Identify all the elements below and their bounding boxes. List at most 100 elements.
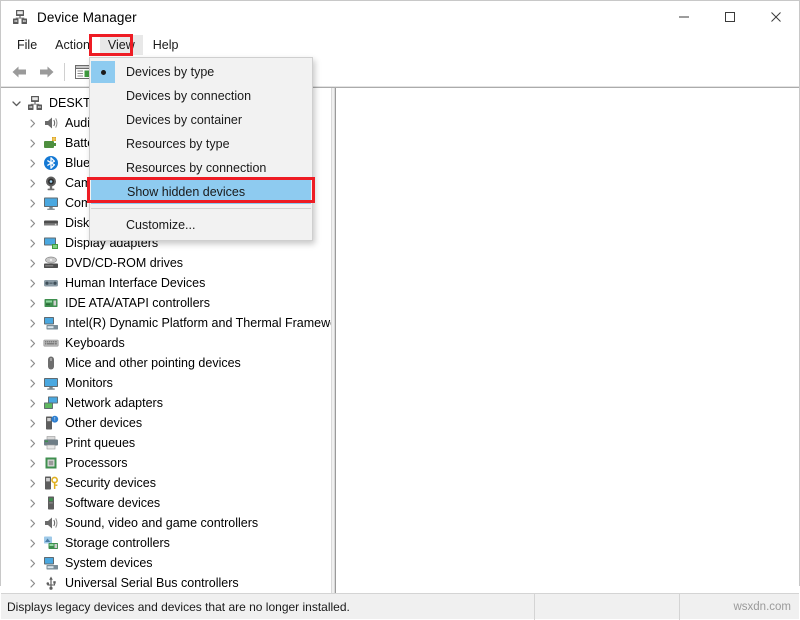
disk-icon: [43, 215, 59, 231]
tree-item-label: Intel(R) Dynamic Platform and Thermal Fr…: [65, 316, 331, 330]
tree-item-security-devices[interactable]: Security devices: [1, 473, 331, 493]
chevron-right-icon[interactable]: [25, 216, 39, 230]
chevron-right-icon[interactable]: [25, 296, 39, 310]
chevron-right-icon[interactable]: [25, 236, 39, 250]
tree-item-sound-video-game[interactable]: Sound, video and game controllers: [1, 513, 331, 533]
tree-item-label: Universal Serial Bus controllers: [65, 576, 239, 590]
chevron-right-icon[interactable]: [25, 376, 39, 390]
menu-icon-slot: [91, 214, 115, 236]
chevron-right-icon[interactable]: [25, 396, 39, 410]
chevron-right-icon[interactable]: [25, 536, 39, 550]
chevron-right-icon[interactable]: [25, 416, 39, 430]
menu-option-devices-by-connection[interactable]: Devices by connection: [90, 84, 312, 108]
tree-item-mice[interactable]: Mice and other pointing devices: [1, 353, 331, 373]
display-adapter-icon: [43, 235, 59, 251]
menu-option-label: Resources by connection: [126, 161, 267, 175]
chevron-right-icon[interactable]: [25, 156, 39, 170]
device-manager-window: Device Manager File Action View Help DES…: [0, 0, 800, 620]
window-title: Device Manager: [37, 9, 137, 25]
menu-file[interactable]: File: [9, 35, 45, 55]
menu-option-devices-by-container[interactable]: Devices by container: [90, 108, 312, 132]
chevron-right-icon[interactable]: [25, 456, 39, 470]
tree-item-label: Security devices: [65, 476, 157, 490]
minimize-button[interactable]: [661, 1, 707, 33]
menu-option-label: Devices by container: [126, 113, 243, 127]
menu-bar: File Action View Help: [1, 33, 799, 57]
chevron-right-icon[interactable]: [25, 476, 39, 490]
chevron-right-icon[interactable]: [25, 116, 39, 130]
menu-option-label: Customize...: [126, 218, 196, 232]
forward-button[interactable]: [33, 60, 59, 84]
menu-option-resources-by-connection[interactable]: Resources by connection: [90, 156, 312, 180]
device-manager-icon: [12, 9, 28, 25]
tree-item-dvd-cdrom[interactable]: DVD/CD-ROM drives: [1, 253, 331, 273]
network-icon: [43, 395, 59, 411]
hid-icon: [43, 275, 59, 291]
battery-icon: [43, 135, 59, 151]
tree-item-software-devices[interactable]: Software devices: [1, 493, 331, 513]
menu-option-label: Show hidden devices: [127, 185, 246, 199]
back-button[interactable]: [7, 60, 33, 84]
camera-icon: [43, 175, 59, 191]
chevron-right-icon[interactable]: [25, 256, 39, 270]
menu-action[interactable]: Action: [47, 35, 98, 55]
detail-pane: [335, 88, 799, 593]
chevron-right-icon[interactable]: [25, 176, 39, 190]
chevron-right-icon[interactable]: [25, 516, 39, 530]
system-device-icon: [43, 555, 59, 571]
ide-controller-icon: [43, 295, 59, 311]
tree-item-storage-controllers[interactable]: Storage controllers: [1, 533, 331, 553]
printer-icon: [43, 435, 59, 451]
title-bar: Device Manager: [1, 1, 799, 33]
chevron-right-icon[interactable]: [25, 496, 39, 510]
chevron-right-icon[interactable]: [25, 196, 39, 210]
tree-item-other-devices[interactable]: ! Other devices: [1, 413, 331, 433]
menu-option-label: Devices by connection: [126, 89, 252, 103]
chevron-right-icon[interactable]: [25, 436, 39, 450]
tree-item-print-queues[interactable]: Print queues: [1, 433, 331, 453]
tree-item-label: Monitors: [65, 376, 113, 390]
tree-item-label: Human Interface Devices: [65, 276, 206, 290]
chevron-right-icon[interactable]: [25, 316, 39, 330]
tree-item-network-adapters[interactable]: Network adapters: [1, 393, 331, 413]
tree-item-processors[interactable]: Processors: [1, 453, 331, 473]
chevron-right-icon[interactable]: [25, 336, 39, 350]
menu-view[interactable]: View: [99, 35, 143, 55]
tree-item-system-devices[interactable]: System devices: [1, 553, 331, 573]
radio-empty-icon: [91, 157, 115, 179]
speaker-icon: [43, 515, 59, 531]
chevron-right-icon[interactable]: [25, 356, 39, 370]
tree-item-intel-dptf[interactable]: Intel(R) Dynamic Platform and Thermal Fr…: [1, 313, 331, 333]
view-dropdown-menu[interactable]: Devices by type Devices by connection De…: [89, 57, 313, 241]
chevron-right-icon[interactable]: [25, 556, 39, 570]
window-controls: [661, 1, 799, 33]
tree-item-keyboards[interactable]: Keyboards: [1, 333, 331, 353]
chevron-right-icon[interactable]: [25, 136, 39, 150]
chevron-right-icon[interactable]: [25, 576, 39, 590]
security-icon: [43, 475, 59, 491]
menu-separator: [91, 208, 311, 209]
status-bar: Displays legacy devices and devices that…: [1, 593, 799, 620]
chevron-right-icon[interactable]: [25, 276, 39, 290]
maximize-button[interactable]: [707, 1, 753, 33]
chevron-down-icon[interactable]: [9, 96, 23, 110]
tree-item-hid[interactable]: Human Interface Devices: [1, 273, 331, 293]
tree-item-monitors[interactable]: Monitors: [1, 373, 331, 393]
radio-empty-icon: [91, 109, 115, 131]
tree-item-usb-controllers[interactable]: Universal Serial Bus controllers: [1, 573, 331, 593]
usb-icon: [43, 575, 59, 591]
tree-item-ide-controllers[interactable]: IDE ATA/ATAPI controllers: [1, 293, 331, 313]
menu-help[interactable]: Help: [145, 35, 187, 55]
tree-item-label: Keyboards: [65, 336, 125, 350]
system-device-icon: [43, 315, 59, 331]
toolbar-separator: [64, 62, 65, 81]
menu-option-customize[interactable]: Customize...: [90, 213, 312, 237]
menu-option-resources-by-type[interactable]: Resources by type: [90, 132, 312, 156]
tree-item-label: Print queues: [65, 436, 136, 450]
menu-option-label: Resources by type: [126, 137, 230, 151]
close-button[interactable]: [753, 1, 799, 33]
tree-item-label: Network adapters: [65, 396, 163, 410]
menu-option-devices-by-type[interactable]: Devices by type: [90, 60, 312, 84]
menu-option-show-hidden-devices[interactable]: Show hidden devices: [91, 180, 311, 204]
monitor-icon: [43, 195, 59, 211]
